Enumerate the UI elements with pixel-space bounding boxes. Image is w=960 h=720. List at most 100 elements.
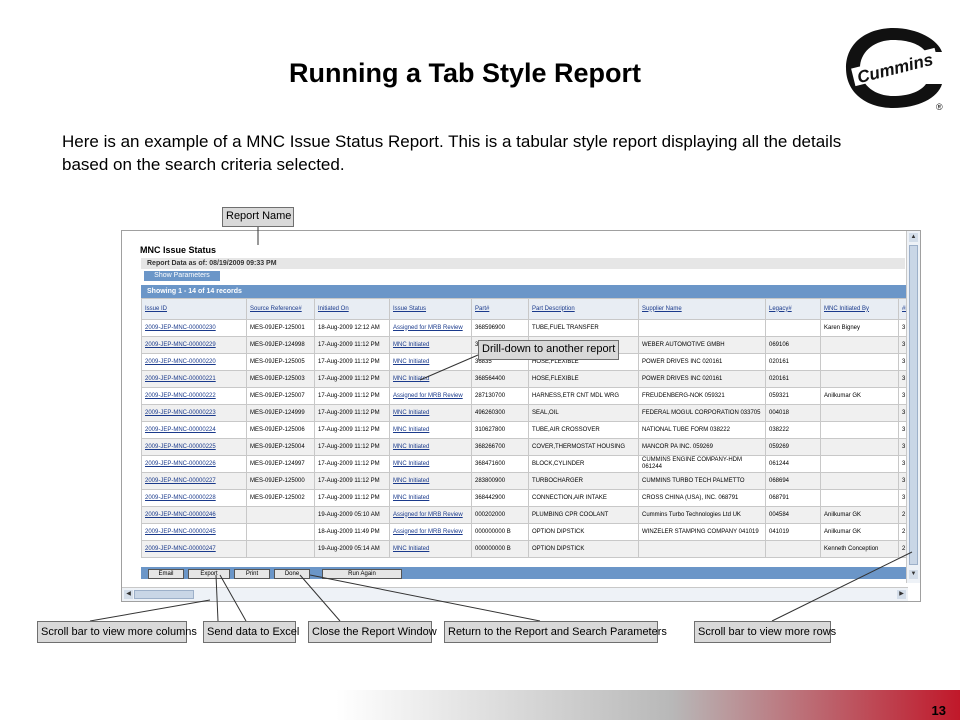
table-cell: FEDERAL MOGUL CORPORATION 033705 [638, 404, 766, 422]
table-cell: MES-09JEP-124997 [246, 455, 315, 473]
column-header[interactable]: Legacy# [765, 298, 821, 320]
table-cell [820, 336, 899, 354]
issue-id-link[interactable]: 2009-JEP-MNC-00000220 [141, 353, 247, 371]
scroll-left-arrow-icon[interactable]: ◀ [124, 590, 133, 599]
horizontal-scroll-thumb[interactable] [134, 590, 194, 599]
export-button[interactable]: Export [188, 569, 230, 579]
table-cell: FREUDENBERG-NOK 059321 [638, 387, 766, 405]
column-header[interactable]: Source Reference# [246, 298, 315, 320]
column-header[interactable]: Issue Status [389, 298, 472, 320]
column-header[interactable]: Supplier Name [638, 298, 766, 320]
table-cell: 020161 [765, 353, 821, 371]
table-cell: WINZELER STAMPING COMPANY 041019 [638, 523, 766, 541]
table-row: 2009-JEP-MNC-00000247 19-Aug-2009 05:14 A… [141, 540, 907, 558]
issue-id-link[interactable]: 2009-JEP-MNC-00000226 [141, 455, 247, 473]
table-cell: MANCOR PA INC. 059269 [638, 438, 766, 456]
issue-id-link[interactable]: 2009-JEP-MNC-00000246 [141, 506, 247, 524]
table-cell [765, 319, 821, 337]
report-title: MNC Issue Status [140, 245, 217, 255]
table-cell: MES-09JEP-125007 [246, 387, 315, 405]
table-cell: POWER DRIVES INC 020161 [638, 353, 766, 371]
show-parameters-button[interactable]: Show Parameters [144, 271, 220, 281]
table-cell: 17-Aug-2009 11:12 PM [314, 421, 390, 439]
scroll-right-arrow-icon[interactable]: ▶ [897, 590, 906, 599]
table-cell: 17-Aug-2009 11:12 PM [314, 404, 390, 422]
issue-status-link[interactable]: MNC Initiated [389, 472, 472, 490]
table-cell: 059269 [765, 438, 821, 456]
table-cell: 038222 [765, 421, 821, 439]
table-cell: WEBER AUTOMOTIVE GMBH [638, 336, 766, 354]
page-number: 13 [931, 703, 946, 718]
column-header[interactable]: Part# [471, 298, 529, 320]
table-cell: 368442900 [471, 489, 529, 507]
table-cell: CUMMINS TURBO TECH PALMETTO [638, 472, 766, 490]
issue-status-link[interactable]: Assigned for MRB Review [389, 319, 472, 337]
issue-status-link[interactable]: MNC Initiated [389, 540, 472, 558]
table-cell [638, 319, 766, 337]
issue-status-link[interactable]: MNC Initiated [389, 370, 472, 388]
horizontal-scrollbar[interactable]: ◀ ▶ [122, 587, 908, 601]
done-button[interactable]: Done [274, 569, 310, 579]
table-cell: Anilkumar GK [820, 387, 899, 405]
issue-id-link[interactable]: 2009-JEP-MNC-00000222 [141, 387, 247, 405]
issue-id-link[interactable]: 2009-JEP-MNC-00000221 [141, 370, 247, 388]
table-cell: MES-09JEP-125001 [246, 319, 315, 337]
issue-id-link[interactable]: 2009-JEP-MNC-00000224 [141, 421, 247, 439]
issue-id-link[interactable]: 2009-JEP-MNC-00000225 [141, 438, 247, 456]
issue-id-link[interactable]: 2009-JEP-MNC-00000223 [141, 404, 247, 422]
table-cell: 17-Aug-2009 11:12 PM [314, 489, 390, 507]
column-header[interactable]: Issue ID [141, 298, 247, 320]
issue-status-link[interactable]: MNC Initiated [389, 489, 472, 507]
column-header[interactable]: Part Description [528, 298, 639, 320]
table-cell: 17-Aug-2009 11:12 PM [314, 455, 390, 473]
issue-status-link[interactable]: Assigned for MRB Review [389, 523, 472, 541]
table-cell: Kenneth Conception [820, 540, 899, 558]
issue-id-link[interactable]: 2009-JEP-MNC-00000227 [141, 472, 247, 490]
table-cell: MES-09JEP-125006 [246, 421, 315, 439]
table-cell [820, 404, 899, 422]
table-row: 2009-JEP-MNC-00000221 MES-09JEP-125003 17-… [141, 370, 907, 388]
table-row: 2009-JEP-MNC-00000228 MES-09JEP-125002 17-… [141, 489, 907, 507]
table-cell: MES-09JEP-125005 [246, 353, 315, 371]
table-row: 2009-JEP-MNC-00000227 MES-09JEP-125000 17-… [141, 472, 907, 490]
issue-id-link[interactable]: 2009-JEP-MNC-00000247 [141, 540, 247, 558]
column-header[interactable]: Initiated On [314, 298, 390, 320]
table-cell: 368596900 [471, 319, 529, 337]
table-cell [246, 506, 315, 524]
issue-id-link[interactable]: 2009-JEP-MNC-00000229 [141, 336, 247, 354]
table-cell: 000000000 B [471, 523, 529, 541]
print-button[interactable]: Print [234, 569, 270, 579]
scroll-down-arrow-icon[interactable]: ▼ [909, 570, 918, 579]
table-cell: 000000000 B [471, 540, 529, 558]
issue-status-link[interactable]: MNC Initiated [389, 336, 472, 354]
table-cell: TURBOCHARGER [528, 472, 639, 490]
table-cell: Cummins Turbo Technologies Ltd UK [638, 506, 766, 524]
table-cell [246, 540, 315, 558]
table-row: 2009-JEP-MNC-00000223 MES-09JEP-124999 17-… [141, 404, 907, 422]
vertical-scrollbar[interactable]: ▲ ▼ [906, 231, 920, 583]
table-cell: TUBE,FUEL TRANSFER [528, 319, 639, 337]
table-cell: 283800900 [471, 472, 529, 490]
issue-status-link[interactable]: MNC Initiated [389, 353, 472, 371]
vertical-scroll-thumb[interactable] [909, 245, 918, 565]
run-again-button[interactable]: Run Again [322, 569, 402, 579]
table-cell: 368564400 [471, 370, 529, 388]
issue-id-link[interactable]: 2009-JEP-MNC-00000245 [141, 523, 247, 541]
issue-status-link[interactable]: MNC Initiated [389, 404, 472, 422]
email-button[interactable]: Email [148, 569, 184, 579]
issue-id-link[interactable]: 2009-JEP-MNC-00000230 [141, 319, 247, 337]
table-cell [765, 540, 821, 558]
table-cell: 061244 [765, 455, 821, 473]
issue-status-link[interactable]: MNC Initiated [389, 421, 472, 439]
issue-status-link[interactable]: Assigned for MRB Review [389, 387, 472, 405]
scroll-up-arrow-icon[interactable]: ▲ [909, 233, 918, 242]
issue-status-link[interactable]: Assigned for MRB Review [389, 506, 472, 524]
issue-id-link[interactable]: 2009-JEP-MNC-00000228 [141, 489, 247, 507]
column-header[interactable]: MNC Initiated By [820, 298, 899, 320]
issue-status-link[interactable]: MNC Initiated [389, 455, 472, 473]
issue-status-link[interactable]: MNC Initiated [389, 438, 472, 456]
table-cell: MES-09JEP-125002 [246, 489, 315, 507]
table-cell: 368266700 [471, 438, 529, 456]
table-cell: 068791 [765, 489, 821, 507]
table-cell: 068694 [765, 472, 821, 490]
